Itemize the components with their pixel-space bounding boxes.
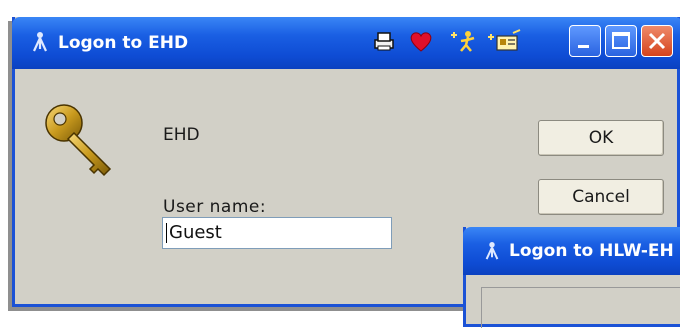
minimize-icon [578, 45, 589, 48]
minimize-button[interactable] [569, 25, 601, 57]
close-icon [648, 32, 666, 50]
title-bar[interactable]: Logon to EHD [12, 17, 680, 69]
second-window-body [481, 287, 680, 328]
key-icon [45, 104, 112, 177]
user-name-label: User name: [163, 197, 267, 217]
second-window-title: Logon to HLW-EH [509, 241, 674, 261]
card-sparkle-icon[interactable] [486, 27, 524, 55]
user-name-input[interactable]: Guest [162, 217, 392, 249]
ok-button[interactable]: OK [538, 120, 664, 156]
printer-icon[interactable] [370, 27, 398, 55]
window-title: Logon to EHD [58, 33, 189, 53]
user-name-value: Guest [169, 222, 222, 243]
app-name-label: EHD [163, 125, 200, 145]
cancel-button[interactable]: Cancel [538, 179, 664, 215]
close-button[interactable] [641, 25, 673, 57]
maximize-button[interactable] [605, 25, 637, 57]
app-icon [485, 242, 499, 260]
person-sparkle-icon[interactable] [448, 27, 484, 55]
app-icon [33, 32, 47, 52]
maximize-icon [612, 32, 630, 49]
heart-icon[interactable] [407, 27, 435, 55]
text-caret [166, 223, 167, 243]
second-logon-window: Logon to HLW-EH [463, 227, 680, 328]
second-title-bar[interactable]: Logon to HLW-EH [463, 227, 680, 275]
